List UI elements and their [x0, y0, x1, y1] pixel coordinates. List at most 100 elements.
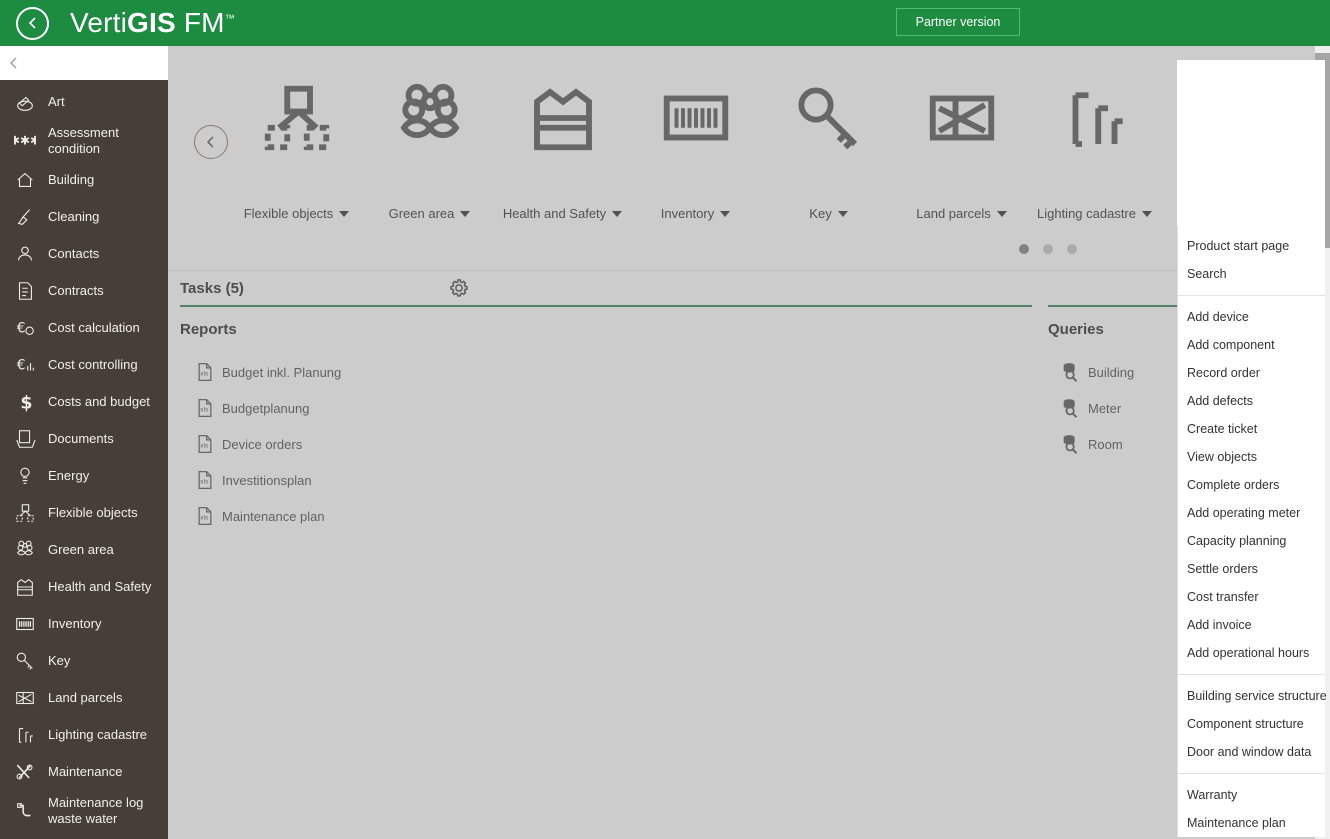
- menu-item-capacity-planning[interactable]: Capacity planning: [1178, 527, 1325, 555]
- safety-vest-icon: [12, 575, 38, 599]
- pagination-dot[interactable]: [1019, 244, 1029, 254]
- list-item[interactable]: xls Investitionsplan: [180, 462, 1032, 498]
- sidebar-item-label: Documents: [48, 430, 114, 446]
- sidebar-item-label: Energy: [48, 467, 90, 483]
- sidebar-item-label: Land parcels: [48, 689, 123, 705]
- chevron-down-icon[interactable]: [837, 210, 848, 217]
- partner-version-button[interactable]: Partner version: [896, 8, 1020, 36]
- menu-item-warranty[interactable]: Warranty: [1178, 781, 1325, 809]
- menu-item-door-and-window-data[interactable]: Door and window data: [1178, 738, 1325, 766]
- sidebar-item-building[interactable]: Building: [0, 162, 168, 199]
- chevron-down-icon[interactable]: [996, 210, 1007, 217]
- sidebar-item-health-and-safety[interactable]: Health and Safety: [0, 569, 168, 606]
- sidebar-item-land-parcels[interactable]: Land parcels: [0, 680, 168, 717]
- chevron-down-icon[interactable]: [460, 210, 471, 217]
- module-tile-health-and-safety[interactable]: Health and Safety: [496, 46, 629, 231]
- tasks-settings-button[interactable]: [448, 277, 470, 299]
- sidebar-item-assessment-condition[interactable]: ✱✱✱ Assessment condition: [0, 121, 168, 162]
- sidebar-item-key[interactable]: Key: [0, 643, 168, 680]
- module-tile-text: Inventory: [660, 206, 715, 221]
- sidebar-item-inventory[interactable]: Inventory: [0, 606, 168, 643]
- menu-item-add-operational-hours[interactable]: Add operational hours: [1178, 639, 1325, 667]
- menu-item-product-start-page[interactable]: Product start page: [1178, 232, 1325, 260]
- module-tile-text: Lighting cadastre: [1036, 206, 1136, 221]
- chevron-down-icon[interactable]: [1142, 210, 1152, 217]
- sidebar-item-maintenance[interactable]: Maintenance: [0, 754, 168, 791]
- reports-panel: Reports xls Budget inkl. Planung xls Budget…: [180, 307, 1032, 534]
- cleaning-vacuum-icon: [12, 205, 38, 229]
- energy-bulb-icon: [12, 464, 38, 488]
- sidebar-item-cleaning[interactable]: Cleaning: [0, 199, 168, 236]
- list-item[interactable]: xls Maintenance plan: [180, 498, 1032, 534]
- menu-item-add-component[interactable]: Add component: [1178, 331, 1325, 359]
- pagination-dot[interactable]: [1067, 244, 1077, 254]
- waste-water-pipe-icon: [12, 799, 38, 823]
- menu-item-record-order[interactable]: Record order: [1178, 359, 1325, 387]
- menu-item-search[interactable]: Search: [1178, 260, 1325, 288]
- chevron-down-icon[interactable]: [339, 210, 350, 217]
- module-tile-text: Green area: [388, 206, 455, 221]
- sidebar-item-maintenance-log-waste-water[interactable]: Maintenance log waste water: [0, 791, 168, 832]
- menu-item-add-operating-meter[interactable]: Add operating meter: [1178, 499, 1325, 527]
- tiles-prev-button[interactable]: [194, 125, 228, 159]
- sidebar-item-contacts[interactable]: Contacts: [0, 236, 168, 273]
- menu-item-view-objects[interactable]: View objects: [1178, 443, 1325, 471]
- module-tile-flexible-objects[interactable]: Flexible objects: [230, 46, 363, 231]
- sidebar-item-documents[interactable]: Documents: [0, 421, 168, 458]
- menu-item-add-defects[interactable]: Add defects: [1178, 387, 1325, 415]
- brand-title: VertiGIS FM™: [70, 7, 235, 39]
- menu-item-add-device[interactable]: Add device: [1178, 303, 1325, 331]
- sidebar-item-cost-calculation[interactable]: € Cost calculation: [0, 310, 168, 347]
- sidebar-item-label: Cleaning: [48, 208, 100, 224]
- pagination-dot[interactable]: [1043, 244, 1053, 254]
- sidebar-item-lighting-cadastre[interactable]: Lighting cadastre: [0, 717, 168, 754]
- sidebar-item-contracts[interactable]: Contracts: [0, 273, 168, 310]
- maintenance-tools-icon: [12, 760, 38, 784]
- list-item-label: Room: [1088, 436, 1123, 452]
- menu-item-cost-transfer[interactable]: Cost transfer: [1178, 583, 1325, 611]
- list-item[interactable]: xls Device orders: [180, 426, 1032, 462]
- menu-item-create-ticket[interactable]: Create ticket: [1178, 415, 1325, 443]
- sidebar-item-costs-and-budget[interactable]: $ Costs and budget: [0, 384, 168, 421]
- sidebar-item-art[interactable]: Art: [0, 84, 168, 121]
- brand-prefix: Verti: [70, 7, 128, 38]
- sidebar-collapse-button[interactable]: [0, 46, 168, 80]
- module-tile-label: Green area: [389, 206, 471, 221]
- chevron-down-icon[interactable]: [612, 210, 623, 217]
- menu-item-building-service-structure[interactable]: Building service structure: [1178, 682, 1327, 710]
- database-search-icon: [1054, 397, 1088, 419]
- tasks-bar: Tasks (5): [180, 271, 1032, 307]
- database-search-icon: [1054, 361, 1088, 383]
- sidebar-item-cost-controlling[interactable]: € Cost controlling: [0, 347, 168, 384]
- panels-row: Reports xls Budget inkl. Planung xls Budget…: [168, 305, 1330, 534]
- menu-item-add-invoice[interactable]: Add invoice: [1178, 611, 1325, 639]
- menu-separator: [1178, 773, 1325, 774]
- module-tile-key[interactable]: Key: [762, 46, 895, 231]
- list-item[interactable]: xls Budgetplanung: [180, 390, 1032, 426]
- sidebar-item-label: Costs and budget: [48, 393, 150, 409]
- back-button[interactable]: [16, 6, 49, 40]
- sidebar-item-flexible-objects[interactable]: Flexible objects: [0, 495, 168, 532]
- contacts-people-icon: [12, 242, 38, 266]
- menu-item-settle-orders[interactable]: Settle orders: [1178, 555, 1325, 583]
- brand-suffix: FM: [175, 7, 225, 38]
- reports-list: xls Budget inkl. Planung xls Budgetplanung x…: [180, 354, 1032, 534]
- menu-item-maintenance-plan[interactable]: Maintenance plan: [1178, 809, 1325, 837]
- brand-trademark: ™: [224, 13, 235, 25]
- module-tile-lighting-cadastre[interactable]: Lighting cadastre: [1028, 46, 1161, 231]
- module-tile-land-parcels[interactable]: Land parcels: [895, 46, 1028, 231]
- svg-text:xls: xls: [200, 443, 208, 449]
- menu-item-complete-orders[interactable]: Complete orders: [1178, 471, 1325, 499]
- sidebar-item-energy[interactable]: Energy: [0, 458, 168, 495]
- list-item-label: Maintenance plan: [222, 508, 325, 524]
- svg-text:$: $: [20, 393, 32, 413]
- list-item[interactable]: xls Budget inkl. Planung: [180, 354, 1032, 390]
- menu-item-component-structure[interactable]: Component structure: [1178, 710, 1325, 738]
- content-area: Flexible objects Green area Health and Saf…: [168, 46, 1330, 839]
- sidebar-item-label: Flexible objects: [48, 504, 138, 520]
- barcode-icon: [12, 612, 38, 636]
- module-tile-inventory[interactable]: Inventory: [629, 46, 762, 231]
- chevron-down-icon[interactable]: [720, 210, 731, 217]
- sidebar-item-green-area[interactable]: Green area: [0, 532, 168, 569]
- module-tile-green-area[interactable]: Green area: [363, 46, 496, 231]
